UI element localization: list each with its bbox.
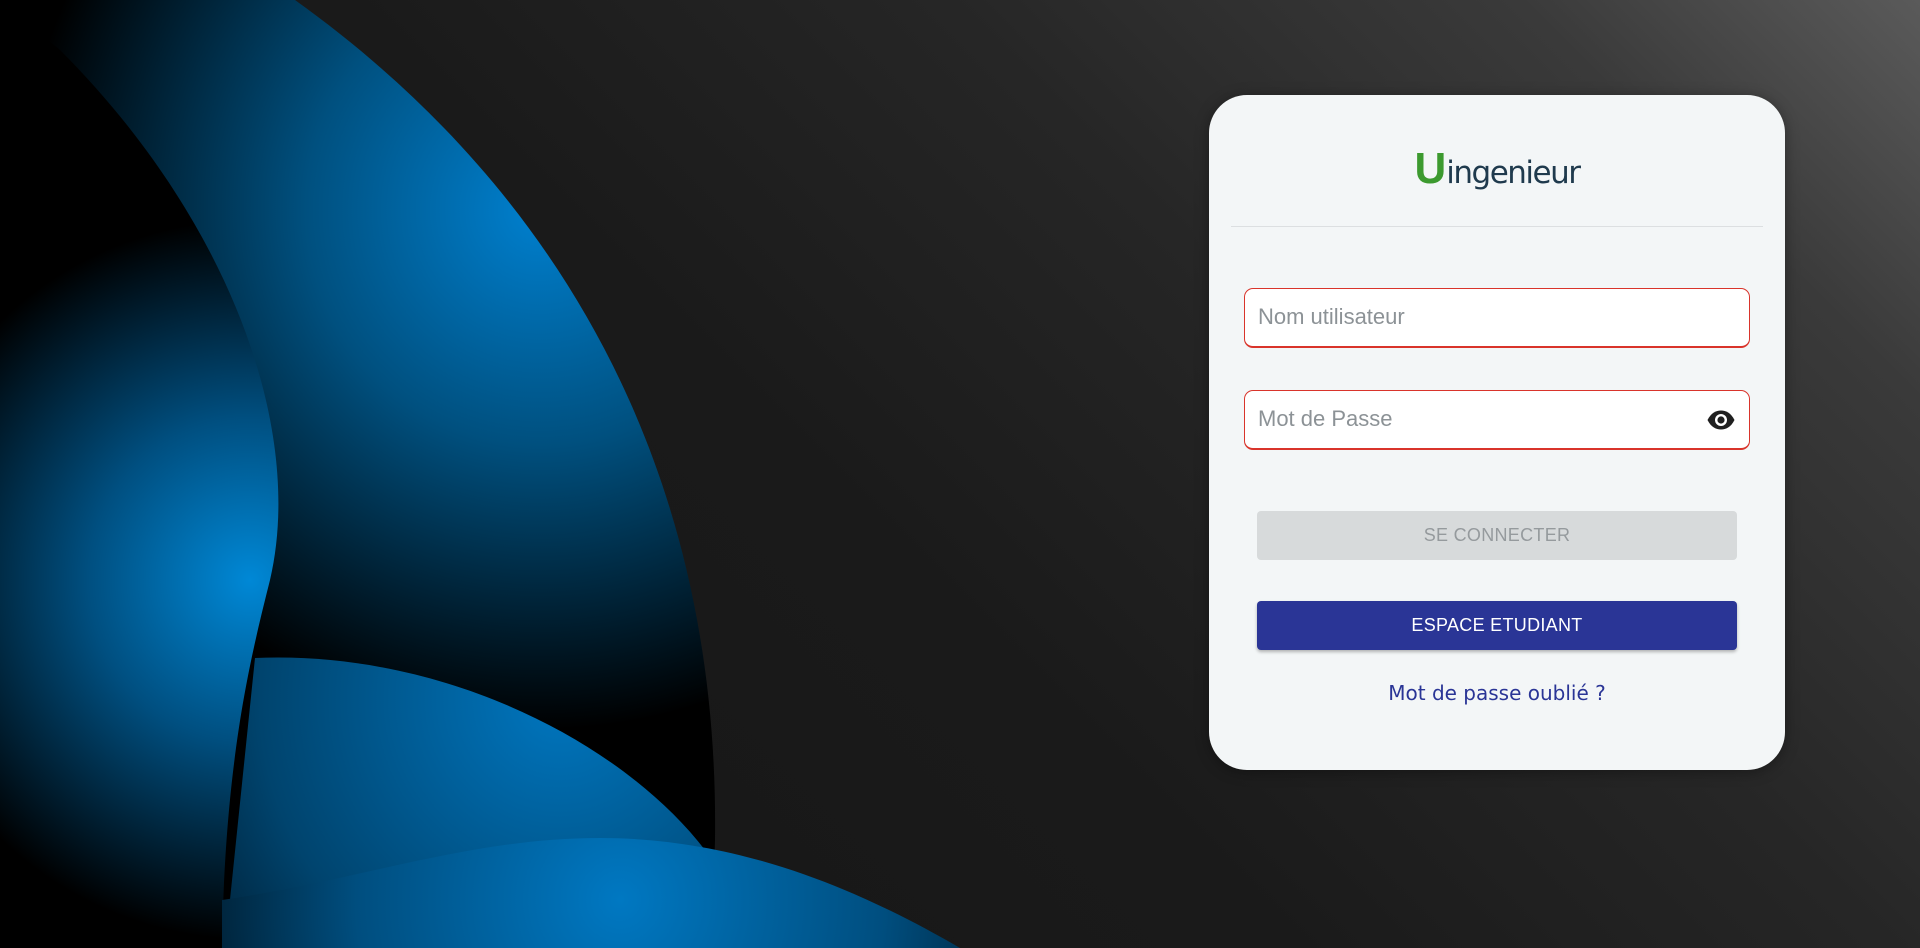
- password-field: [1244, 390, 1750, 450]
- connect-button[interactable]: SE CONNECTER: [1257, 511, 1737, 560]
- username-field: [1244, 288, 1750, 348]
- header-divider: [1231, 226, 1763, 227]
- username-input[interactable]: [1258, 289, 1698, 345]
- logo-letter: U: [1414, 144, 1446, 193]
- logo-word: ingenieur: [1446, 155, 1581, 191]
- password-input[interactable]: [1258, 391, 1698, 447]
- brand-logo: U ingenieur: [1209, 147, 1785, 191]
- eye-icon[interactable]: [1705, 405, 1737, 435]
- login-card: U ingenieur SE CONNECTER ESPACE ETUDIANT…: [1209, 95, 1785, 770]
- forgot-password-link[interactable]: Mot de passe oublié ?: [1209, 681, 1785, 705]
- student-space-button[interactable]: ESPACE ETUDIANT: [1257, 601, 1737, 650]
